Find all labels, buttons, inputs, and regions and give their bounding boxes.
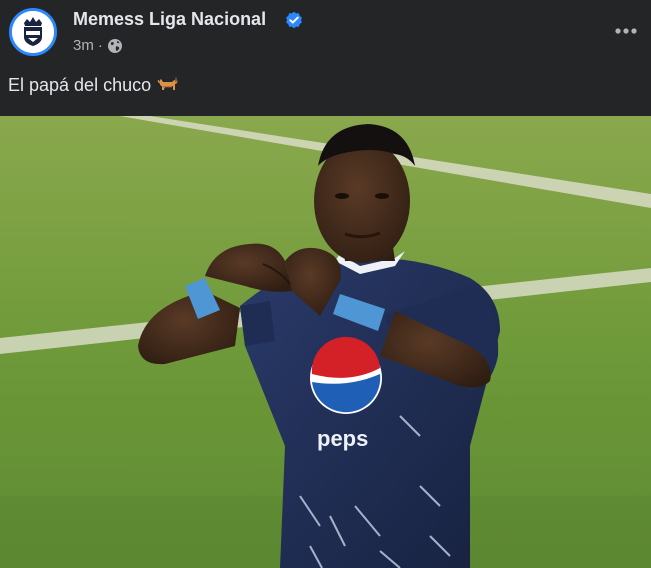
globe-icon[interactable]	[107, 38, 123, 54]
jersey-sponsor-text: peps	[317, 426, 368, 451]
more-options-icon	[615, 28, 637, 34]
post-header: Memess Liga Nacional 3m ·	[0, 0, 651, 66]
facebook-post: Memess Liga Nacional 3m · El papá del ch…	[0, 0, 651, 568]
more-options-button[interactable]	[611, 16, 641, 46]
team-crest-icon	[12, 11, 54, 53]
post-meta: 3m ·	[73, 37, 123, 54]
pepsi-logo-icon	[310, 336, 382, 414]
post-photo[interactable]: peps	[0, 116, 651, 568]
player-photo-image: peps	[0, 116, 651, 568]
page-name[interactable]: Memess Liga Nacional	[73, 9, 266, 30]
meta-separator: ·	[97, 37, 103, 54]
post-timestamp[interactable]: 3m	[73, 37, 94, 54]
dog-icon	[157, 77, 178, 90]
page-avatar[interactable]	[9, 8, 57, 56]
verified-badge-icon	[286, 11, 302, 29]
post-caption: El papá del chuco	[8, 74, 179, 96]
caption-text: El papá del chuco	[8, 75, 152, 95]
